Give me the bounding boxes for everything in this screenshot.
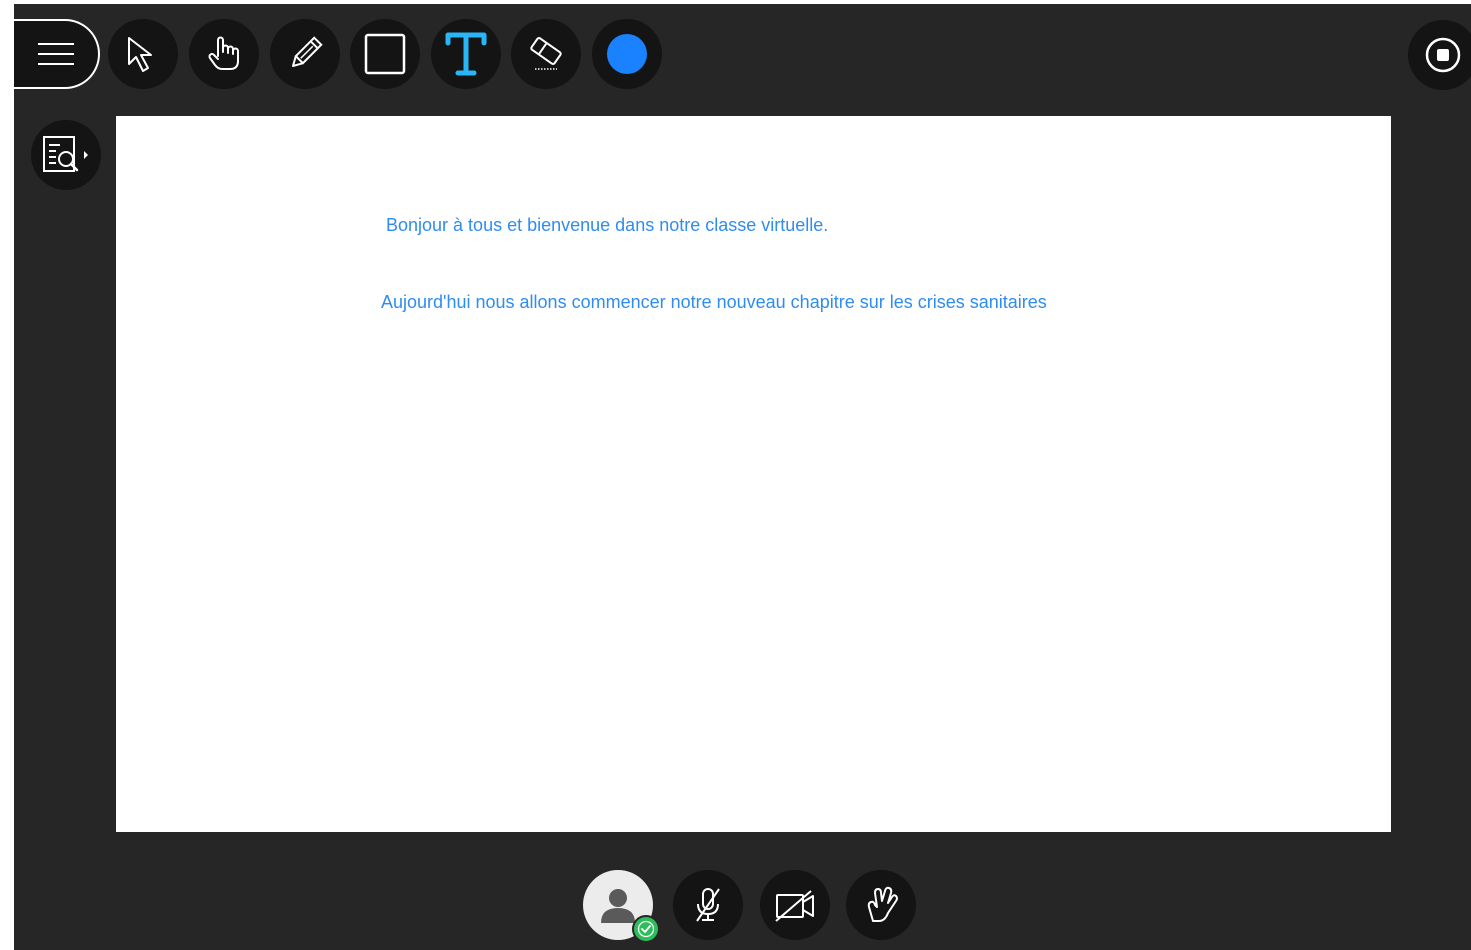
color-swatch-icon	[607, 34, 647, 74]
hamburger-icon	[38, 43, 74, 65]
select-tool-button[interactable]	[108, 19, 178, 89]
raise-hand-icon	[867, 886, 898, 922]
left-edge	[0, 0, 14, 950]
pencil-icon	[291, 36, 323, 68]
stop-share-icon	[1425, 37, 1461, 73]
arrow-pointer-icon	[128, 37, 152, 72]
content-browser-button[interactable]	[31, 120, 101, 190]
camera-off-icon	[775, 890, 814, 922]
color-picker-button[interactable]	[592, 19, 662, 89]
camera-button[interactable]	[760, 870, 830, 940]
eraser-tool-button[interactable]	[511, 19, 581, 89]
whiteboard-text-line[interactable]: Bonjour à tous et bienvenue dans notre c…	[386, 215, 828, 236]
raise-hand-button[interactable]	[846, 870, 916, 940]
microphone-button[interactable]	[673, 870, 743, 940]
check-badge-icon	[632, 915, 660, 943]
square-icon	[364, 33, 406, 75]
text-tool-button[interactable]	[431, 19, 501, 89]
pencil-tool-button[interactable]	[270, 19, 340, 89]
hand-pointer-icon	[208, 36, 239, 70]
eraser-icon	[530, 37, 562, 70]
whiteboard-canvas[interactable]: Bonjour à tous et bienvenue dans notre c…	[116, 116, 1391, 832]
pan-tool-button[interactable]	[189, 19, 259, 89]
whiteboard-text-line[interactable]: Aujourd'hui nous allons commencer notre …	[381, 292, 1047, 313]
content-browser-icon	[43, 136, 88, 172]
text-tool-icon	[445, 32, 487, 76]
menu-button[interactable]	[14, 19, 100, 89]
stop-sharing-button[interactable]	[1408, 20, 1471, 90]
app-window: Bonjour à tous et bienvenue dans notre c…	[0, 0, 1471, 950]
top-edge	[0, 0, 1471, 4]
microphone-muted-icon	[696, 888, 720, 922]
shape-tool-button[interactable]	[350, 19, 420, 89]
